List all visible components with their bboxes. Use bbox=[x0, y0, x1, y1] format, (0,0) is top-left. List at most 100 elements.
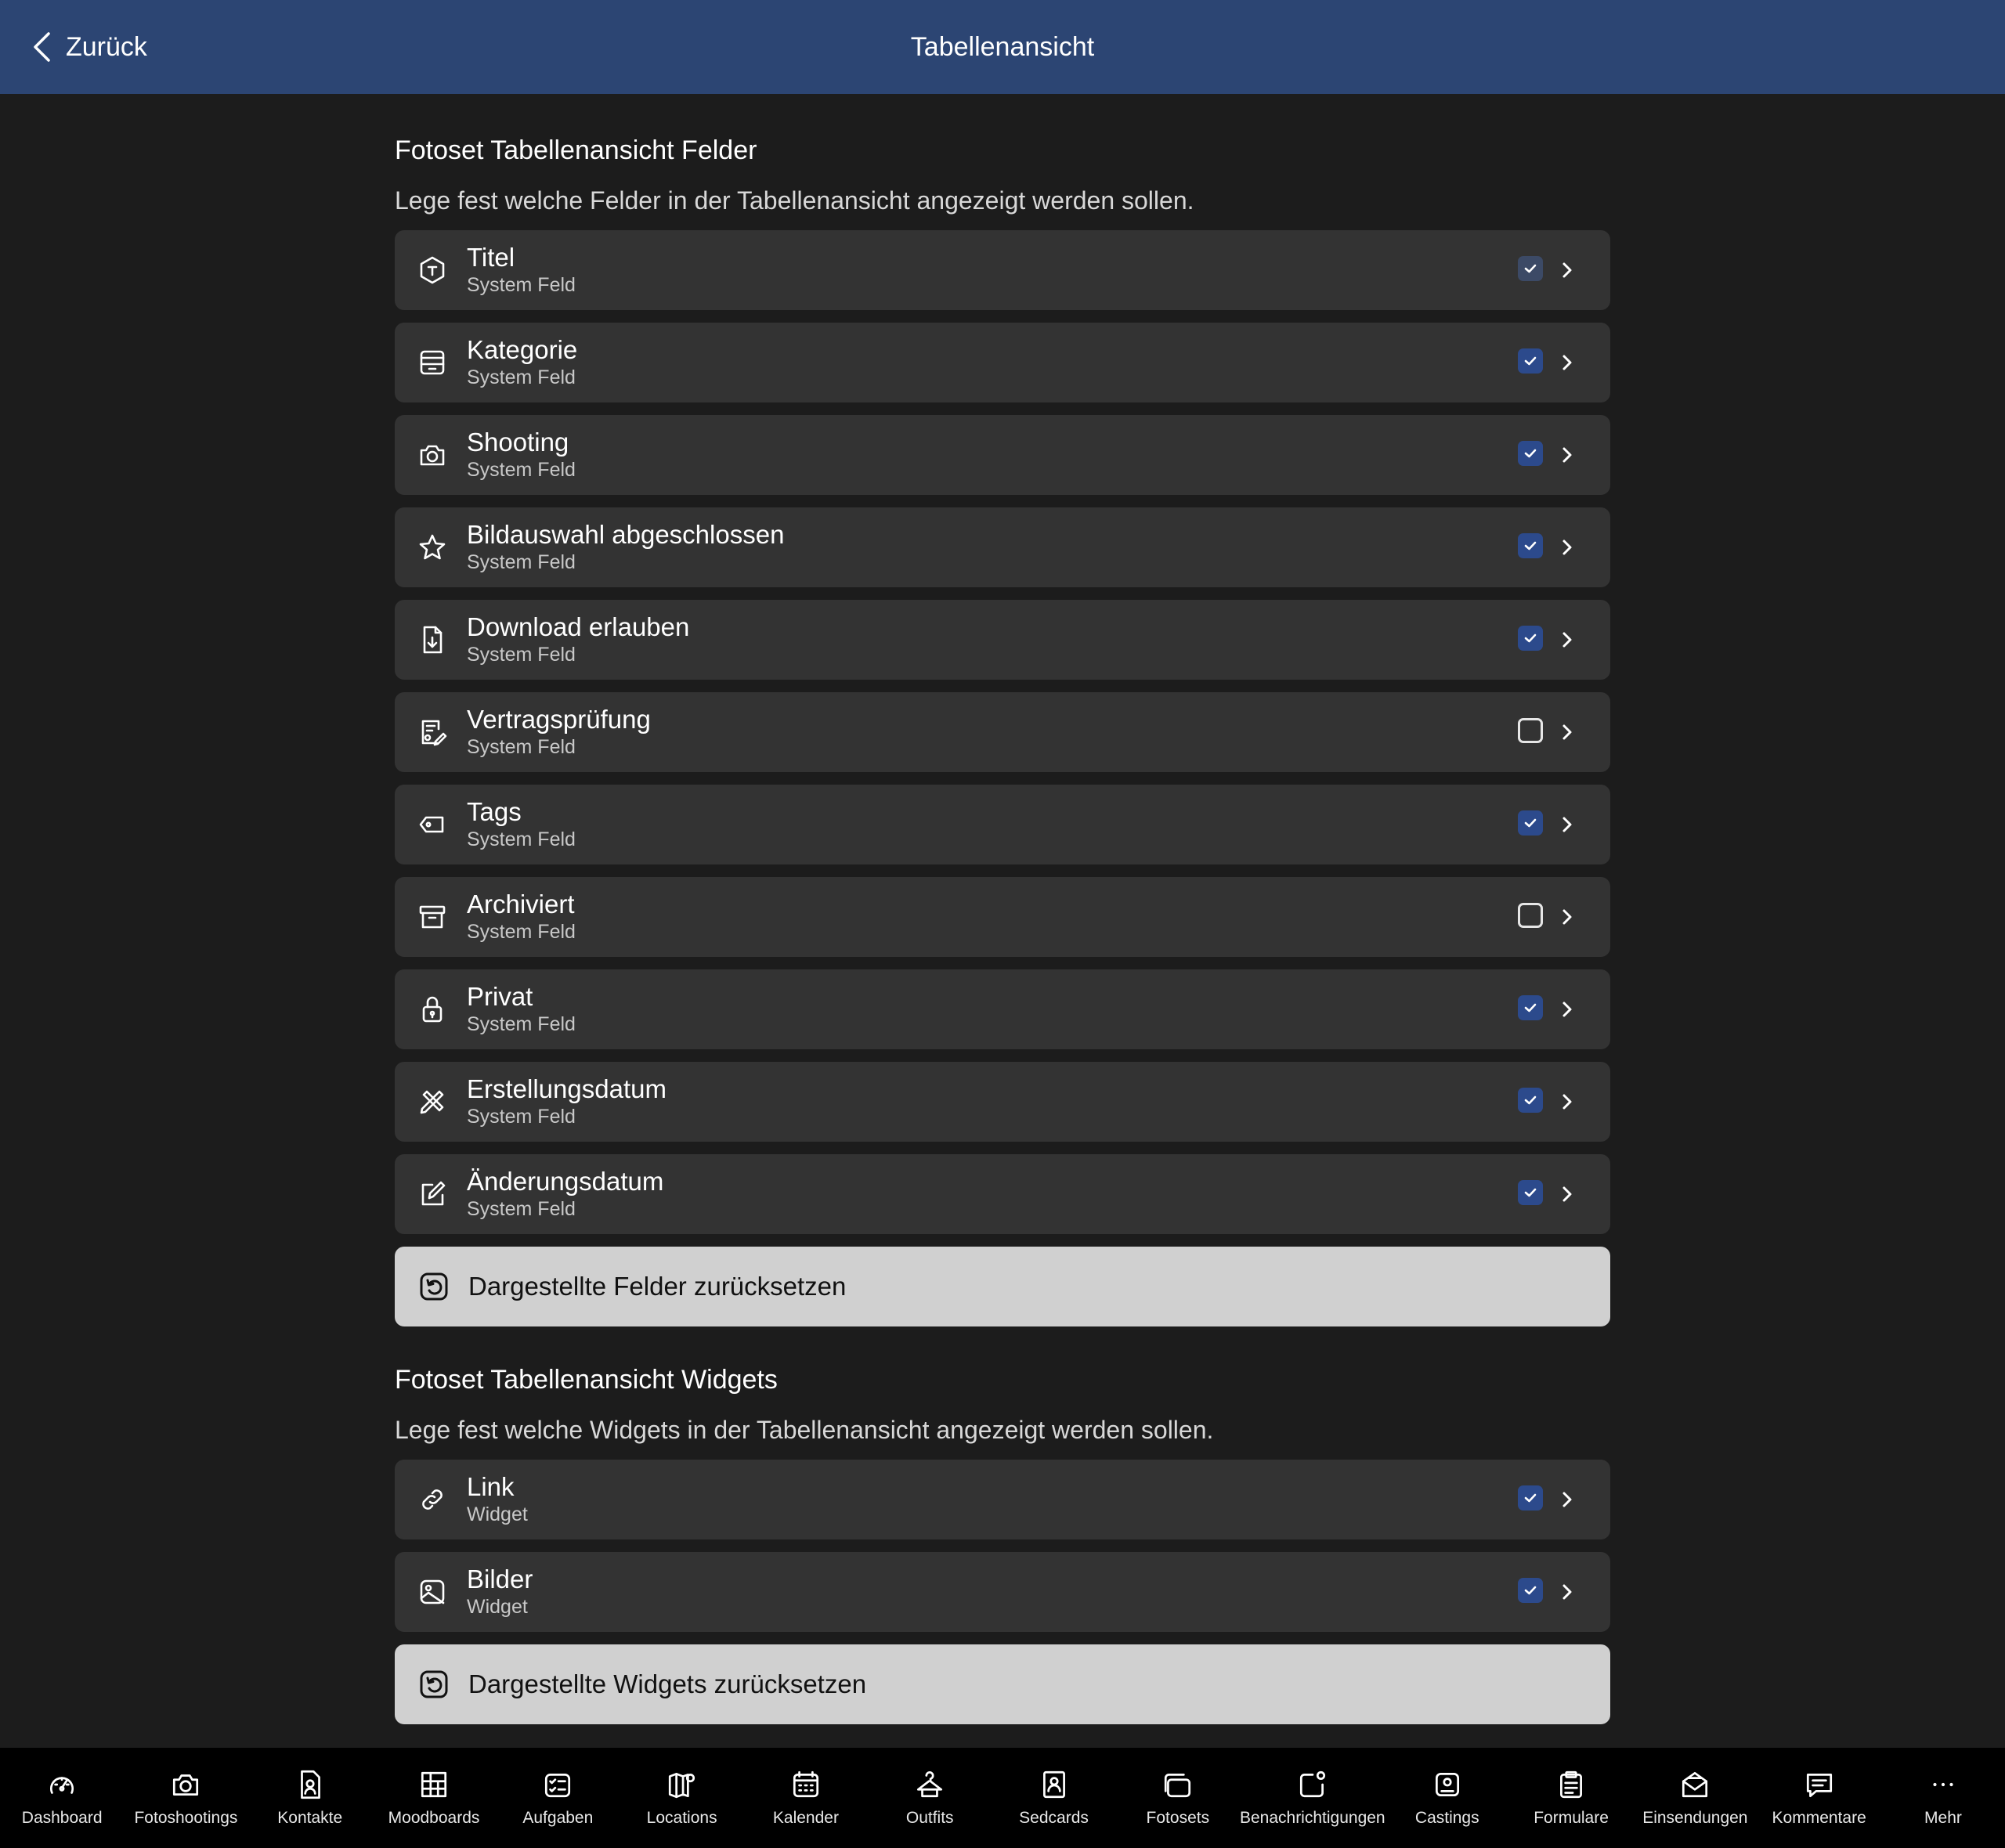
checkmark-icon bbox=[1524, 1003, 1537, 1012]
visibility-checkbox[interactable] bbox=[1518, 718, 1543, 743]
field-row[interactable]: Erstellungsdatum System Feld bbox=[395, 1062, 1610, 1142]
checkmark-icon bbox=[1524, 1095, 1537, 1105]
field-row[interactable]: Archiviert System Feld bbox=[395, 877, 1610, 957]
tab-label: Castings bbox=[1414, 1809, 1479, 1827]
tab-castings[interactable]: Castings bbox=[1385, 1748, 1509, 1848]
tab-label: Fotosets bbox=[1146, 1809, 1210, 1827]
chevron-left-icon bbox=[34, 32, 50, 62]
checkmark-icon bbox=[1524, 1493, 1537, 1503]
tab-locations[interactable]: Locations bbox=[620, 1748, 743, 1848]
checkmark-icon bbox=[1524, 356, 1537, 366]
file-download-icon bbox=[417, 624, 448, 655]
widget-row[interactable]: Link Widget bbox=[395, 1460, 1610, 1539]
tab-einsendungen[interactable]: Einsendungen bbox=[1633, 1748, 1757, 1848]
top-bar: Zurück Tabellenansicht bbox=[0, 0, 2005, 94]
field-row[interactable]: Titel System Feld bbox=[395, 230, 1610, 310]
checkmark-icon bbox=[1524, 1188, 1537, 1197]
tab-benachrichtigungen[interactable]: Benachrichtigungen bbox=[1240, 1748, 1385, 1848]
chevron-right-icon[interactable] bbox=[1555, 720, 1579, 745]
visibility-checkbox[interactable] bbox=[1518, 348, 1543, 374]
more-icon bbox=[1933, 1782, 1953, 1787]
tab-label: Dashboard bbox=[21, 1809, 103, 1827]
field-row[interactable]: Privat System Feld bbox=[395, 969, 1610, 1049]
tab-label: Mehr bbox=[1924, 1809, 1962, 1827]
portrait-icon bbox=[1042, 1770, 1065, 1799]
map-icon bbox=[668, 1772, 695, 1799]
visibility-checkbox[interactable] bbox=[1518, 626, 1543, 651]
row-label: Erstellungsdatum bbox=[467, 1074, 667, 1103]
chevron-right-icon[interactable] bbox=[1555, 1182, 1579, 1207]
visibility-checkbox[interactable] bbox=[1518, 1088, 1543, 1113]
pencil-ruler-icon bbox=[417, 1086, 448, 1117]
tab-moodboards[interactable]: Moodboards bbox=[372, 1748, 496, 1848]
checkmark-icon bbox=[1524, 264, 1537, 273]
row-label: Titel bbox=[467, 243, 515, 272]
hanger-icon bbox=[917, 1771, 943, 1798]
fields-section-description: Lege fest welche Felder in der Tabellena… bbox=[395, 186, 1194, 215]
page-title: Tabellenansicht bbox=[910, 31, 1095, 62]
chevron-right-icon[interactable] bbox=[1555, 904, 1579, 929]
reset-fields-button[interactable]: Dargestellte Felder zurücksetzen bbox=[395, 1247, 1610, 1326]
link-icon bbox=[417, 1484, 448, 1515]
clipboard-icon bbox=[1560, 1770, 1583, 1799]
chevron-right-icon[interactable] bbox=[1555, 997, 1579, 1022]
visibility-checkbox[interactable] bbox=[1518, 903, 1543, 928]
chevron-right-icon[interactable] bbox=[1555, 1089, 1579, 1114]
visibility-checkbox[interactable] bbox=[1518, 441, 1543, 466]
row-label: Link bbox=[467, 1472, 515, 1501]
tab-fotosets[interactable]: Fotosets bbox=[1116, 1748, 1240, 1848]
widgets-section-description: Lege fest welche Widgets in der Tabellen… bbox=[395, 1416, 1214, 1444]
tab-outfits[interactable]: Outfits bbox=[868, 1748, 992, 1848]
widgets-list: Link Widget Bilder Widget bbox=[395, 1460, 1610, 1632]
tab-kommentare[interactable]: Kommentare bbox=[1758, 1748, 1881, 1848]
tab-dashboard[interactable]: Dashboard bbox=[0, 1748, 124, 1848]
stack-icon bbox=[1164, 1774, 1190, 1798]
field-row[interactable]: Bildauswahl abgeschlossen System Feld bbox=[395, 507, 1610, 587]
grid-icon bbox=[421, 1771, 447, 1798]
chevron-right-icon[interactable] bbox=[1555, 258, 1579, 283]
chevron-right-icon[interactable] bbox=[1555, 1579, 1579, 1604]
field-row[interactable]: Vertragsprüfung System Feld bbox=[395, 692, 1610, 772]
tab-kalender[interactable]: Kalender bbox=[744, 1748, 868, 1848]
star-icon bbox=[417, 532, 448, 563]
tab-formulare[interactable]: Formulare bbox=[1509, 1748, 1633, 1848]
back-button[interactable]: Zurück bbox=[31, 0, 147, 94]
row-subtitle: System Feld bbox=[467, 274, 576, 296]
reset-widgets-button[interactable]: Dargestellte Widgets zurücksetzen bbox=[395, 1644, 1610, 1724]
tab-sedcards[interactable]: Sedcards bbox=[992, 1748, 1115, 1848]
field-row[interactable]: Tags System Feld bbox=[395, 785, 1610, 864]
row-subtitle: System Feld bbox=[467, 459, 576, 481]
tab-fotoshootings[interactable]: Fotoshootings bbox=[124, 1748, 247, 1848]
tab-label: Kontakte bbox=[277, 1809, 343, 1827]
visibility-checkbox[interactable] bbox=[1518, 533, 1543, 558]
visibility-checkbox[interactable] bbox=[1518, 1180, 1543, 1205]
widget-row[interactable]: Bilder Widget bbox=[395, 1552, 1610, 1632]
lock-icon bbox=[417, 994, 448, 1025]
visibility-checkbox[interactable] bbox=[1518, 1578, 1543, 1603]
field-row[interactable]: Download erlauben System Feld bbox=[395, 600, 1610, 680]
chevron-right-icon[interactable] bbox=[1555, 350, 1579, 375]
field-row[interactable]: Shooting System Feld bbox=[395, 415, 1610, 495]
badge-icon bbox=[1435, 1772, 1459, 1797]
row-subtitle: System Feld bbox=[467, 828, 576, 850]
chevron-right-icon[interactable] bbox=[1555, 627, 1579, 652]
tab-label: Kommentare bbox=[1772, 1809, 1866, 1827]
checklist-icon bbox=[545, 1774, 571, 1798]
tab-aufgaben[interactable]: Aufgaben bbox=[496, 1748, 620, 1848]
field-row[interactable]: Änderungsdatum System Feld bbox=[395, 1154, 1610, 1234]
chevron-right-icon[interactable] bbox=[1555, 1487, 1579, 1512]
row-label: Änderungsdatum bbox=[467, 1167, 664, 1196]
chevron-right-icon[interactable] bbox=[1555, 442, 1579, 467]
visibility-checkbox[interactable] bbox=[1518, 1485, 1543, 1511]
chevron-right-icon[interactable] bbox=[1555, 812, 1579, 837]
field-row[interactable]: Kategorie System Feld bbox=[395, 323, 1610, 402]
tab-label: Einsendungen bbox=[1642, 1809, 1748, 1827]
tab-kontakte[interactable]: Kontakte bbox=[248, 1748, 372, 1848]
tab-mehr[interactable]: Mehr bbox=[1881, 1748, 2005, 1848]
chevron-right-icon[interactable] bbox=[1555, 535, 1579, 560]
row-label: Tags bbox=[467, 797, 522, 826]
reset-icon bbox=[420, 1670, 448, 1698]
visibility-checkbox[interactable] bbox=[1518, 810, 1543, 836]
visibility-checkbox[interactable] bbox=[1518, 995, 1543, 1020]
visibility-checkbox[interactable] bbox=[1518, 256, 1543, 281]
